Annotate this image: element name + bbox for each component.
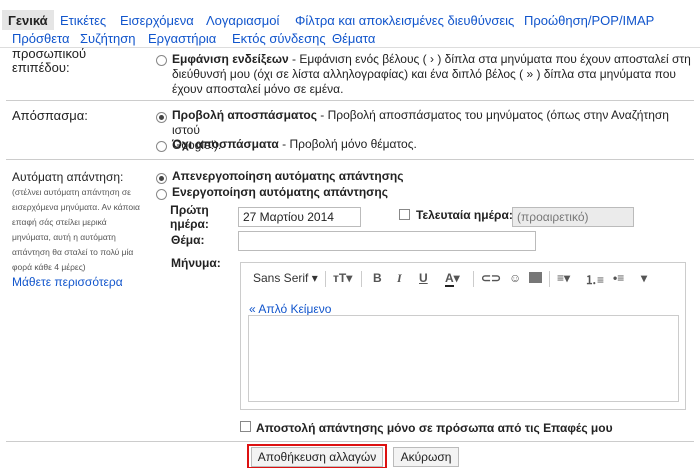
learn-more-link[interactable]: Μάθετε περισσότερα (12, 275, 144, 289)
toolbar-divider (473, 271, 474, 287)
show-indicators-desc-line3: έχουν αποσταλεί μόνο σε εμένα. (172, 82, 344, 96)
italic-icon[interactable]: I (397, 271, 402, 286)
tab-forwarding[interactable]: Προώθηση/POP/IMAP (524, 13, 654, 28)
contacts-only-label: Αποστολή απάντησης μόνο σε πρόσωπα από τ… (256, 421, 613, 435)
show-indicators-desc-line2: διεύθυνσή μου (όχι σε λίστα αλληλογραφία… (172, 67, 676, 81)
last-day-input[interactable]: (προαιρετικό) (512, 207, 634, 227)
emoji-icon[interactable]: ☺ (509, 271, 521, 285)
bulleted-list-icon[interactable]: •≡ (613, 271, 624, 285)
divider (6, 441, 694, 442)
save-changes-button[interactable]: Αποθήκευση αλλαγών (251, 447, 383, 467)
auto-reply-note-line: απάντηση θα σταλεί το πολύ μία (12, 247, 134, 257)
no-snippets-radio[interactable] (156, 141, 167, 152)
last-day-checkbox[interactable] (399, 209, 410, 220)
font-size-icon[interactable]: тT▾ (333, 271, 352, 285)
first-day-label-line1: Πρώτη (170, 203, 209, 217)
settings-tabs: Γενικά Ετικέτες Εισερχόμενα Λογαριασμοί … (0, 0, 700, 48)
auto-reply-note-line: μηνύματα, αυτή η αυτόματη (12, 232, 116, 242)
auto-reply-note-line: φορά κάθε 4 μέρες) (12, 262, 86, 272)
divider (6, 159, 694, 160)
show-indicators-radio[interactable] (156, 55, 167, 66)
cancel-button[interactable]: Ακύρωση (393, 447, 459, 467)
no-snippets-option: Όχι αποσπάσματα - Προβολή μόνο θέματος. (172, 137, 417, 152)
message-body-input[interactable] (248, 315, 679, 402)
first-day-label: Πρώτη ημέρα: (170, 203, 209, 231)
show-snippets-radio[interactable] (156, 112, 167, 123)
auto-reply-label-block: Αυτόματη απάντηση: (στέλνει αυτόματη απά… (12, 170, 144, 289)
formatting-toolbar: Sans Serif ▾ тT▾ B I U A▾ ⊂⊃ ☺ ≡▾ ⒈≡ •≡ … (241, 263, 685, 295)
show-indicators-desc: - Εμφάνιση ενός βέλους ( › ) δίπλα στα μ… (288, 52, 691, 66)
text-color-icon[interactable]: A▾ (445, 271, 460, 287)
numbered-list-icon[interactable]: ⒈≡ (585, 271, 604, 288)
plain-text-link[interactable]: « Απλό Κείμενο (249, 302, 331, 316)
bold-icon[interactable]: B (373, 271, 382, 285)
auto-reply-label: Αυτόματη απάντηση: (12, 170, 124, 184)
toolbar-divider (549, 271, 550, 287)
personal-level-label: προσωπικού επιπέδου: (12, 47, 86, 75)
image-icon[interactable] (529, 272, 542, 286)
font-family-select[interactable]: Sans Serif ▾ (253, 271, 318, 285)
more-formatting-icon[interactable]: ▾ (641, 271, 647, 285)
tab-themes[interactable]: Θέματα (332, 31, 375, 46)
auto-reply-note-line: (στέλνει αυτόματη απάντηση σε (12, 187, 131, 197)
auto-reply-off-radio[interactable] (156, 173, 167, 184)
tab-offline[interactable]: Εκτός σύνδεσης (232, 31, 326, 46)
underline-icon[interactable]: U (419, 271, 428, 285)
align-icon[interactable]: ≡▾ (557, 271, 570, 285)
personal-level-label-line1: προσωπικού (12, 46, 87, 61)
snippets-label: Απόσπασμα: (12, 108, 88, 123)
personal-level-label-line2: επιπέδου: (12, 60, 70, 75)
tab-accounts[interactable]: Λογαριασμοί (206, 13, 279, 28)
toolbar-divider (361, 271, 362, 287)
subject-label: Θέμα: (171, 233, 205, 247)
auto-reply-on-radio[interactable] (156, 189, 167, 200)
tab-chat[interactable]: Συζήτηση (80, 31, 136, 46)
contacts-only-checkbox[interactable] (240, 421, 251, 432)
divider (6, 100, 694, 101)
tab-addons[interactable]: Πρόσθετα (12, 31, 70, 46)
message-label: Μήνυμα: (171, 256, 221, 270)
last-day-label: Τελευταία ημέρα: (416, 208, 513, 222)
link-icon[interactable]: ⊂⊃ (481, 271, 501, 285)
tab-labs[interactable]: Εργαστήρια (148, 31, 216, 46)
show-indicators-option: Εμφάνιση ενδείξεων - Εμφάνιση ενός βέλου… (172, 52, 691, 97)
tab-filters[interactable]: Φίλτρα και αποκλεισμένες διευθύνσεις (295, 13, 514, 28)
auto-reply-off-label: Απενεργοποίηση αυτόματης απάντησης (172, 169, 404, 183)
no-snippets-title: Όχι αποσπάσματα (172, 137, 279, 151)
font-family-value: Sans Serif (253, 271, 309, 285)
tab-general[interactable]: Γενικά (2, 10, 54, 30)
show-indicators-title: Εμφάνιση ενδείξεων (172, 52, 289, 66)
auto-reply-note: (στέλνει αυτόματη απάντηση σε εισερχόμεν… (12, 185, 144, 275)
auto-reply-note-line: εισερχόμενα μηνύματα. Αν κάποια (12, 202, 140, 212)
subject-input[interactable] (238, 231, 536, 251)
first-day-input[interactable]: 27 Μαρτίου 2014 (238, 207, 361, 227)
auto-reply-on-label: Ενεργοποίηση αυτόματης απάντησης (172, 185, 388, 199)
auto-reply-note-line: επαφή σάς στείλει μερικά (12, 217, 107, 227)
tab-labels[interactable]: Ετικέτες (60, 13, 106, 28)
first-day-label-line2: ημέρα: (170, 217, 209, 231)
show-snippets-title: Προβολή αποσπάσματος (172, 108, 317, 122)
tab-inbox[interactable]: Εισερχόμενα (120, 13, 194, 28)
message-editor: Sans Serif ▾ тT▾ B I U A▾ ⊂⊃ ☺ ≡▾ ⒈≡ •≡ … (240, 262, 686, 410)
toolbar-divider (325, 271, 326, 287)
no-snippets-desc: - Προβολή μόνο θέματος. (278, 137, 417, 151)
